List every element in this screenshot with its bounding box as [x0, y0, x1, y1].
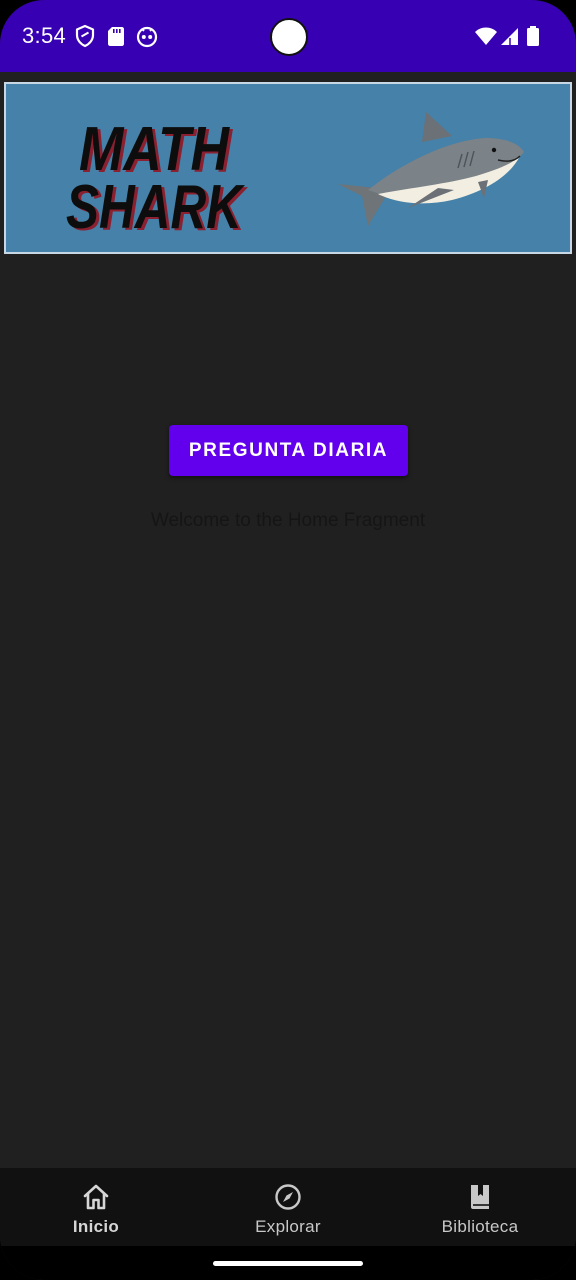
math-shark-banner: MATH MATH SHARK SHARK	[4, 82, 572, 254]
shark-icon	[338, 112, 524, 226]
phone-screen: 3:54 MATH MATH SHARK SHARK PREGUNTA DIAR…	[0, 0, 576, 1280]
nav-item-explorar[interactable]: Explorar	[192, 1168, 384, 1246]
nav-item-biblioteca[interactable]: Biblioteca	[384, 1168, 576, 1246]
wifi-icon	[474, 24, 498, 48]
nav-label-inicio: Inicio	[72, 1217, 120, 1236]
nav-label-explorar: Explorar	[255, 1217, 321, 1236]
gesture-navigation-area	[0, 1246, 576, 1280]
nav-label-biblioteca: Biblioteca	[441, 1217, 519, 1236]
book-bookmark-icon	[471, 1185, 489, 1209]
camera-cutout	[270, 18, 308, 56]
status-time: 3:54	[22, 23, 67, 48]
home-indicator[interactable]	[213, 1261, 363, 1266]
battery-icon	[521, 24, 545, 48]
status-bar: 3:54	[0, 0, 576, 72]
compass-icon	[275, 1184, 301, 1210]
home-icon	[83, 1184, 109, 1210]
android-face-icon	[135, 24, 159, 48]
shark-illustration: MATH MATH SHARK SHARK	[66, 112, 524, 244]
bottom-navigation: Inicio Explorar Biblioteca	[0, 1168, 576, 1246]
shield-icon	[73, 24, 97, 48]
sd-card-icon	[104, 24, 128, 48]
welcome-text: Welcome to the Home Fragment	[150, 510, 426, 531]
daily-question-button[interactable]: PREGUNTA DIARIA	[169, 425, 408, 476]
cell-signal-icon	[498, 24, 522, 48]
logo-line2: SHARK	[66, 173, 245, 242]
top-spacer	[0, 72, 576, 82]
nav-item-inicio[interactable]: Inicio	[0, 1168, 192, 1246]
